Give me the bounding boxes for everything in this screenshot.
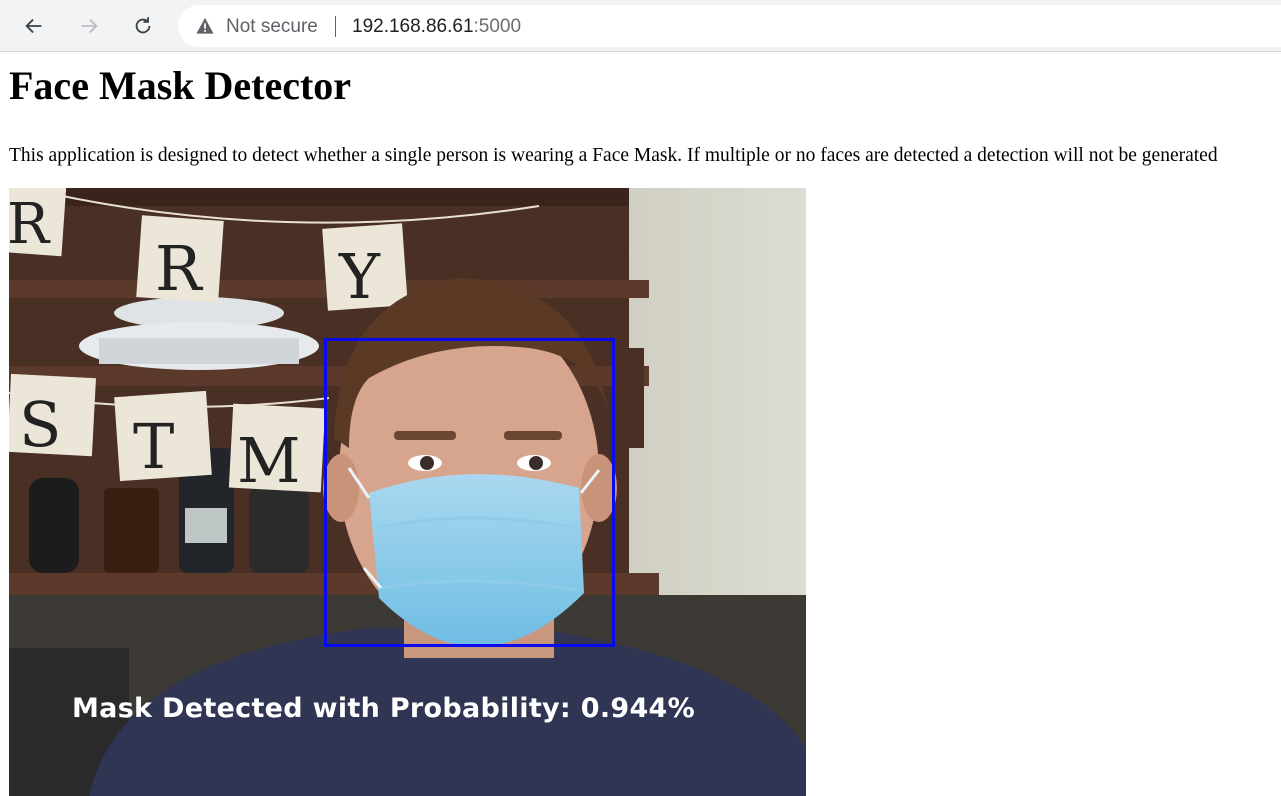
banner-card-r2: R xyxy=(136,215,224,305)
banner-card-r1: R xyxy=(9,188,67,257)
banner-letter: R xyxy=(155,232,204,305)
banner-card-s: S xyxy=(9,373,96,461)
security-status[interactable]: Not secure xyxy=(226,16,318,38)
page-title: Face Mask Detector xyxy=(9,63,352,108)
banner-letter: T xyxy=(133,410,174,483)
reload-icon xyxy=(135,17,151,34)
url-text[interactable]: 192.168.86.61:5000 xyxy=(352,16,521,38)
url-port: :5000 xyxy=(473,16,522,37)
banner-letter: R xyxy=(9,192,51,257)
face-detection-box xyxy=(324,338,615,647)
arrow-right-icon xyxy=(81,18,98,34)
reload-button[interactable] xyxy=(124,7,162,45)
banner-letter: M xyxy=(237,424,300,497)
banner-letter: S xyxy=(19,388,61,461)
detection-result-label: Mask Detected with Probability: 0.944% xyxy=(72,693,695,724)
forward-button[interactable] xyxy=(70,7,108,45)
banner-card-t: T xyxy=(114,390,212,483)
url-host: 192.168.86.61 xyxy=(352,16,474,37)
address-bar[interactable]: Not secure 192.168.86.61:5000 xyxy=(178,5,1281,47)
address-divider xyxy=(335,16,336,37)
page-description: This application is designed to detect w… xyxy=(9,145,1218,166)
webcam-video-feed: R R Y S T M Mask Detected with Probabili… xyxy=(9,188,806,796)
warning-triangle-icon[interactable] xyxy=(196,17,214,35)
banner-card-y: Y xyxy=(322,223,408,313)
browser-toolbar: Not secure 192.168.86.61:5000 xyxy=(0,0,1281,52)
banner-letter: Y xyxy=(338,240,381,313)
banner-card-m: M xyxy=(228,403,326,497)
back-button[interactable] xyxy=(15,7,53,45)
arrow-left-icon xyxy=(25,18,42,34)
